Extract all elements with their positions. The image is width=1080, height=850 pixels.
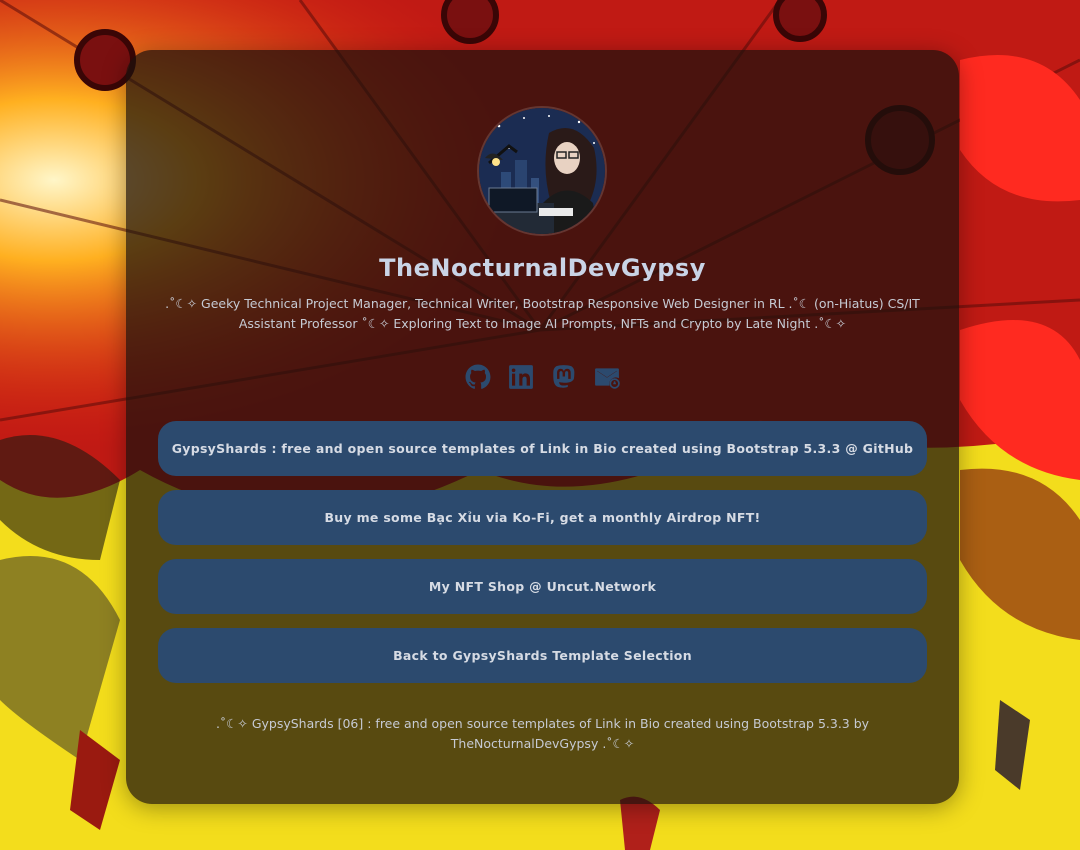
profile-card: TheNocturnalDevGypsy .˚☾✧ Geeky Technica… bbox=[126, 50, 959, 804]
footer-text: .˚☾✧ GypsyShards [06] : free and open so… bbox=[215, 716, 870, 751]
profile-bio: .˚☾✧ Geeky Technical Project Manager, Te… bbox=[165, 296, 920, 331]
linkedin-icon[interactable] bbox=[508, 364, 534, 390]
template-selection-link-button[interactable]: Back to GypsyShards Template Selection bbox=[158, 628, 927, 683]
email-icon[interactable] bbox=[594, 364, 620, 390]
kofi-support-link-button[interactable]: Buy me some Bạc Xỉu via Ko-Fi, get a mon… bbox=[158, 490, 927, 545]
github-templates-link-button[interactable]: GypsyShards : free and open source templ… bbox=[158, 421, 927, 476]
link-buttons: GypsyShards : free and open source templ… bbox=[158, 421, 927, 697]
profile-avatar bbox=[477, 106, 607, 236]
mastodon-icon[interactable] bbox=[551, 364, 577, 390]
nft-shop-link-button[interactable]: My NFT Shop @ Uncut.Network bbox=[158, 559, 927, 614]
github-icon[interactable] bbox=[465, 364, 491, 390]
profile-name: TheNocturnalDevGypsy bbox=[379, 254, 706, 282]
social-links bbox=[126, 364, 959, 390]
